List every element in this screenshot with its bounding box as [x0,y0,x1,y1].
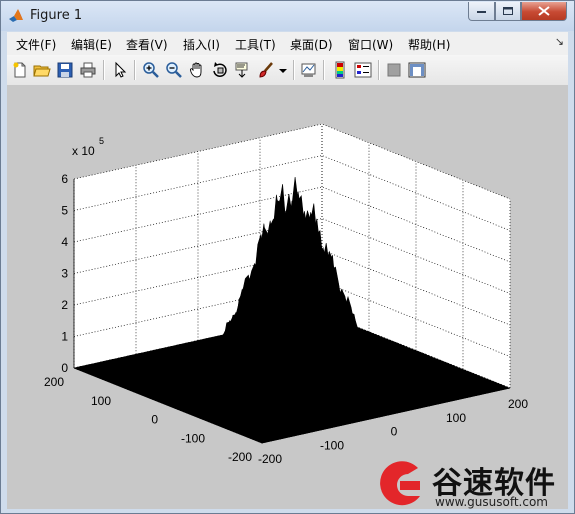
data-cursor-button[interactable] [233,60,253,80]
menu-view[interactable]: 查看(V) [126,36,168,53]
surface-plot[interactable]: 0 1 2 3 4 5 6 -200 -100 0 100 200 -200 -100 0 100 200 x 1… [7,86,568,509]
x-tick-label: -100 [320,438,344,452]
gusu-logo-icon [380,461,420,506]
toolbar-separator [134,60,136,80]
hide-plot-tools-icon [387,63,401,77]
figure-canvas[interactable]: 0 1 2 3 4 5 6 -200 -100 0 100 200 -200 -100 0 100 200 x 1… [7,86,568,509]
x-tick-label: 100 [446,411,466,425]
save-button[interactable] [55,60,75,80]
z-exponent-label: x 10 [72,144,95,158]
figure-window: Figure 1 文件(F) 编辑(E) 查看(V) 插入(I) 工具(T) 桌… [0,0,575,514]
y-tick-label: 100 [91,394,111,408]
menu-help[interactable]: 帮助(H) [408,36,450,53]
brush-dropdown-button[interactable] [278,60,288,80]
colorbar-icon [335,61,345,79]
z-tick-label: 3 [61,267,68,281]
z-tick-label: 4 [61,235,68,249]
zoom-in-button[interactable] [141,60,161,80]
zoom-out-icon [166,62,182,78]
new-figure-button[interactable] [10,60,30,80]
watermark-url: www.gususoft.com [435,495,548,509]
new-figure-icon [13,62,26,78]
hide-plot-tools-button[interactable] [384,60,404,80]
zoom-in-icon [143,62,159,78]
toolbar-separator [378,60,380,80]
x-tick-label: 200 [508,397,528,411]
menu-window[interactable]: 窗口(W) [348,36,393,53]
close-icon [538,6,550,16]
title-bar[interactable]: Figure 1 [1,1,574,31]
brush-icon [259,62,273,78]
legend-button[interactable] [353,60,373,80]
legend-icon [354,62,372,78]
z-exponent-power: 5 [99,136,104,146]
pan-button[interactable] [187,60,207,80]
window-title: Figure 1 [30,8,83,23]
rotate-3d-icon [213,62,227,77]
y-tick-label: -100 [181,431,205,445]
brush-button[interactable] [256,60,276,80]
figure-toolbar [7,55,568,86]
print-icon [80,62,96,78]
y-tick-label: 0 [151,413,158,427]
menu-insert[interactable]: 插入(I) [183,36,220,53]
y-tick-label: 200 [44,375,64,389]
zoom-out-button[interactable] [164,60,184,80]
y-tick-label: -200 [228,450,252,464]
open-file-icon [33,65,51,77]
maximize-button[interactable] [495,2,521,21]
x-tick-label: 0 [391,425,398,439]
toolbar-separator [323,60,325,80]
rotate-3d-button[interactable] [210,60,230,80]
minimize-button[interactable] [468,2,495,21]
link-plot-icon [301,63,316,77]
site-watermark: 谷速软件 www.gususoft.com [372,456,572,511]
toolbar-separator [103,60,105,80]
link-plot-button[interactable] [299,60,319,80]
show-plot-tools-icon [408,62,426,78]
maximize-icon [502,6,513,15]
menu-overflow-arrow-icon[interactable]: ↘ [555,35,564,48]
z-tick-label: 1 [61,330,68,344]
z-tick-label: 5 [61,204,68,218]
save-icon [57,62,73,78]
close-button[interactable] [521,2,567,21]
pan-hand-icon [190,62,202,78]
show-plot-tools-button[interactable] [407,60,427,80]
print-button[interactable] [78,60,98,80]
data-cursor-icon [235,62,248,78]
open-file-button[interactable] [32,60,52,80]
brush-dropdown-icon [279,69,287,73]
select-button[interactable] [110,60,130,80]
matlab-logo-icon [9,9,23,22]
colorbar-button[interactable] [330,60,350,80]
menu-file[interactable]: 文件(F) [16,36,56,53]
z-tick-label: 2 [61,298,68,312]
menu-desktop[interactable]: 桌面(D) [290,36,333,53]
menu-edit[interactable]: 编辑(E) [71,36,112,53]
z-tick-label: 0 [61,361,68,375]
z-tick-label: 6 [61,172,68,186]
minimize-icon [476,11,486,13]
menu-bar: 文件(F) 编辑(E) 查看(V) 插入(I) 工具(T) 桌面(D) 窗口(W… [7,32,568,55]
menu-tools[interactable]: 工具(T) [235,36,276,53]
select-arrow-icon [115,61,127,78]
x-tick-label: -200 [258,452,282,466]
toolbar-separator [293,60,295,80]
